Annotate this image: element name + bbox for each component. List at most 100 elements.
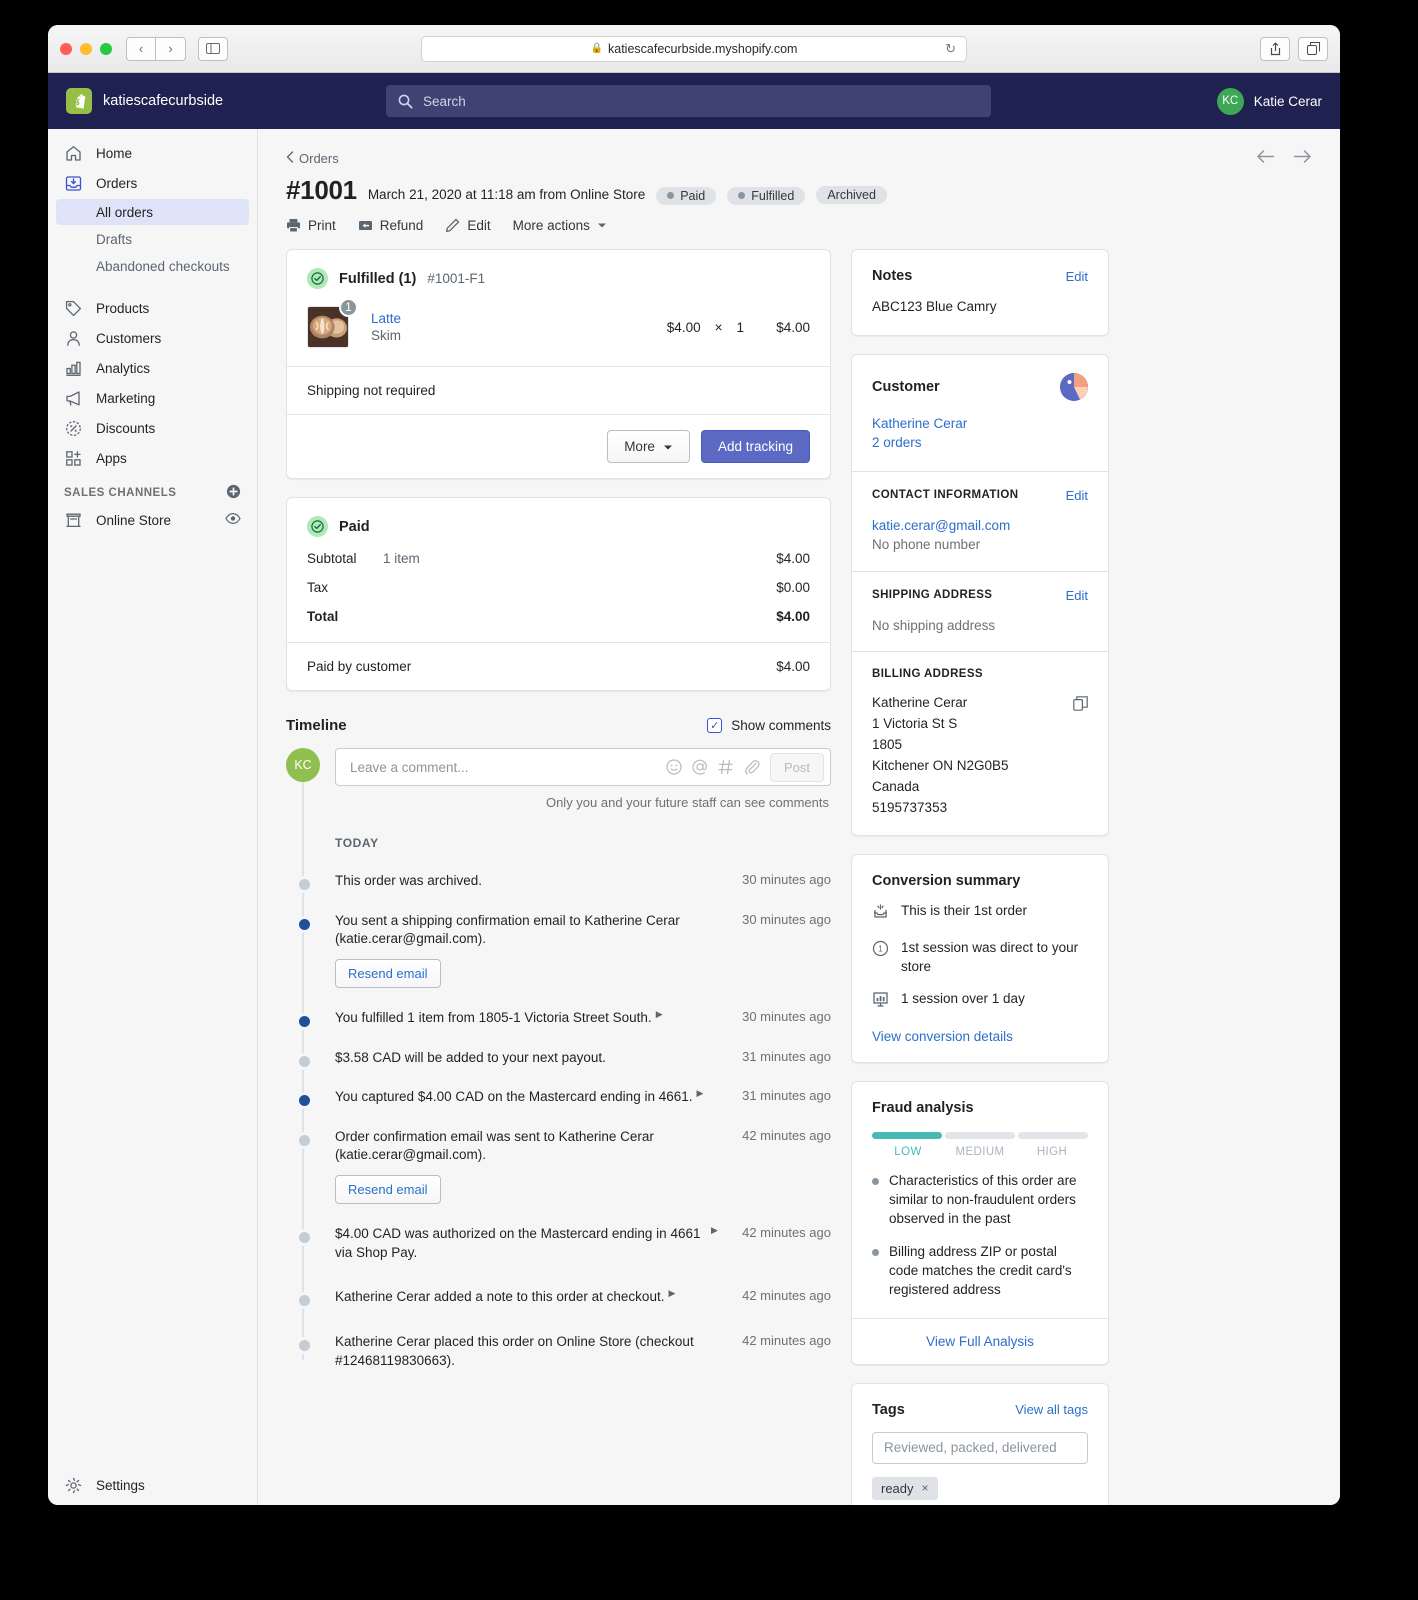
sidebar-subitem-drafts[interactable]: Drafts (56, 226, 249, 252)
resend-email-button[interactable]: Resend email (335, 958, 441, 988)
fraud-analysis-card: Fraud analysis LOW MEDIUM HIGH Character… (851, 1081, 1109, 1365)
sidebar-item-home[interactable]: Home (56, 139, 249, 167)
pencil-icon (445, 218, 460, 233)
comment-composer: KC Leave a comment... Post (286, 748, 831, 786)
timeline-text: Katherine Cerar added a note to this ord… (335, 1289, 665, 1305)
expand-caret-icon[interactable]: ▶ (711, 1225, 718, 1262)
more-actions-button[interactable]: More actions (513, 218, 607, 233)
totals-label: Total (307, 609, 339, 624)
emoji-icon[interactable] (666, 759, 682, 775)
edit-button[interactable]: Edit (445, 218, 491, 233)
timeline-time: 30 minutes ago (742, 872, 831, 887)
customer-email-link[interactable]: katie.cerar@gmail.com (872, 516, 1088, 536)
window-controls[interactable] (60, 42, 112, 55)
tags-input[interactable]: Reviewed, packed, delivered (872, 1431, 1088, 1464)
eye-icon[interactable] (225, 512, 241, 528)
status-badge-label: Fulfilled (751, 188, 795, 203)
expand-caret-icon[interactable]: ▶ (668, 1288, 675, 1307)
customer-avatar (1060, 372, 1088, 401)
edit-shipping-link[interactable]: Edit (1066, 588, 1088, 603)
edit-notes-link[interactable]: Edit (1066, 269, 1088, 284)
status-badge-fulfilled: Fulfilled (727, 186, 806, 205)
product-name-link[interactable]: Latte (371, 311, 401, 326)
customer-name-link[interactable]: Katherine Cerar (872, 414, 1088, 434)
show-comments-toggle[interactable]: ✓ Show comments (707, 718, 831, 733)
view-full-analysis-link[interactable]: View Full Analysis (852, 1317, 1108, 1364)
store-brand[interactable]: katiescafecurbside (66, 88, 223, 114)
sidebar-item-marketing[interactable]: Marketing (56, 384, 249, 412)
close-window-button[interactable] (60, 42, 72, 55)
maximize-window-button[interactable] (100, 42, 112, 55)
sidebar-item-apps[interactable]: Apps (56, 444, 249, 472)
bar-chart-icon (64, 359, 83, 378)
remove-tag-icon[interactable]: × (922, 1481, 929, 1495)
search-input[interactable]: Search (386, 85, 991, 117)
expand-caret-icon[interactable]: ▶ (656, 1009, 663, 1028)
sidebar-toggle-icon[interactable] (198, 36, 228, 61)
hashtag-icon[interactable] (718, 759, 734, 775)
browser-window: ‹ › 🔒 katiescafecurbside.myshopify.com ↻… (48, 25, 1340, 1505)
more-button[interactable]: More (607, 430, 690, 463)
paid-card-body: Paid Subtotal 1 item $4.00 Tax $0.00 Tot… (287, 498, 830, 642)
browser-chrome: ‹ › 🔒 katiescafecurbside.myshopify.com ↻… (48, 25, 1340, 73)
resend-email-button[interactable]: Resend email (335, 1175, 441, 1204)
user-menu[interactable]: KC Katie Cerar (1216, 87, 1322, 115)
avatar: KC (1216, 87, 1244, 115)
comment-input[interactable]: Leave a comment... Post (335, 748, 831, 786)
customer-title: Customer (872, 378, 940, 395)
tabs-overview-icon[interactable] (1298, 36, 1328, 61)
post-comment-button[interactable]: Post (769, 752, 824, 782)
plus-circle-icon[interactable] (226, 484, 241, 502)
sidebar-item-discounts[interactable]: Discounts (56, 414, 249, 442)
sidebar-item-customers[interactable]: Customers (56, 324, 249, 352)
notes-header: Notes Edit (872, 268, 1088, 284)
timeline-time: 42 minutes ago (742, 1288, 831, 1304)
timeline-bullet (296, 1052, 313, 1070)
sidebar-item-products[interactable]: Products (56, 294, 249, 322)
check-circle-icon (307, 268, 328, 289)
sidebar-subitem-all-orders[interactable]: All orders (56, 199, 249, 225)
back-button[interactable]: ‹ (126, 36, 156, 61)
copy-icon[interactable] (1073, 696, 1088, 716)
sidebar-item-label: Online Store (96, 512, 172, 528)
print-button[interactable]: Print (286, 218, 336, 233)
arrow-right-icon[interactable] (1293, 149, 1312, 169)
status-badge-label: Archived (827, 188, 876, 202)
customer-orders-link[interactable]: 2 orders (872, 433, 1088, 453)
view-conversion-details-link[interactable]: View conversion details (872, 1029, 1088, 1044)
expand-caret-icon[interactable]: ▶ (697, 1088, 704, 1107)
edit-contact-link[interactable]: Edit (1066, 488, 1088, 503)
arrow-left-icon[interactable] (1256, 149, 1275, 169)
nav-buttons[interactable]: ‹ › (126, 36, 186, 61)
share-icon[interactable] (1260, 36, 1290, 61)
timeline-bullet (296, 876, 313, 893)
svg-text:1: 1 (878, 944, 883, 953)
checkbox-icon[interactable]: ✓ (707, 718, 723, 733)
attachment-icon[interactable] (744, 759, 760, 775)
view-all-tags-link[interactable]: View all tags (1015, 1402, 1088, 1417)
mention-icon[interactable] (692, 759, 708, 775)
sidebar-item-analytics[interactable]: Analytics (56, 354, 249, 382)
address-bar[interactable]: 🔒 katiescafecurbside.myshopify.com ↻ (421, 35, 967, 62)
shopify-logo-icon (66, 88, 92, 114)
sidebar-item-orders[interactable]: Orders (56, 169, 249, 197)
billing-line: Kitchener ON N2G0B5 (872, 758, 1009, 774)
search-icon (398, 94, 413, 109)
bullet-dot-icon (872, 1249, 879, 1257)
forward-button[interactable]: › (156, 36, 186, 61)
customer-header: Customer (872, 372, 1088, 401)
timeline-entry: This order was archived. 30 minutes ago (296, 872, 831, 893)
refund-button[interactable]: Refund (358, 218, 423, 233)
timeline-entry: You sent a shipping confirmation email t… (296, 912, 831, 988)
tag-chip[interactable]: ready × (872, 1476, 938, 1500)
breadcrumb[interactable]: Orders (286, 151, 1312, 166)
sidebar-item-settings[interactable]: Settings (56, 1471, 249, 1499)
sidebar-subitem-abandoned-checkouts[interactable]: Abandoned checkouts (56, 253, 249, 279)
clock-icon: 1 (872, 940, 890, 963)
reload-icon[interactable]: ↻ (945, 41, 956, 57)
sidebar-item-online-store[interactable]: Online Store (56, 506, 249, 534)
risk-label-medium: MEDIUM (955, 1146, 1005, 1159)
add-tracking-button[interactable]: Add tracking (700, 430, 810, 463)
minimize-window-button[interactable] (80, 42, 92, 55)
